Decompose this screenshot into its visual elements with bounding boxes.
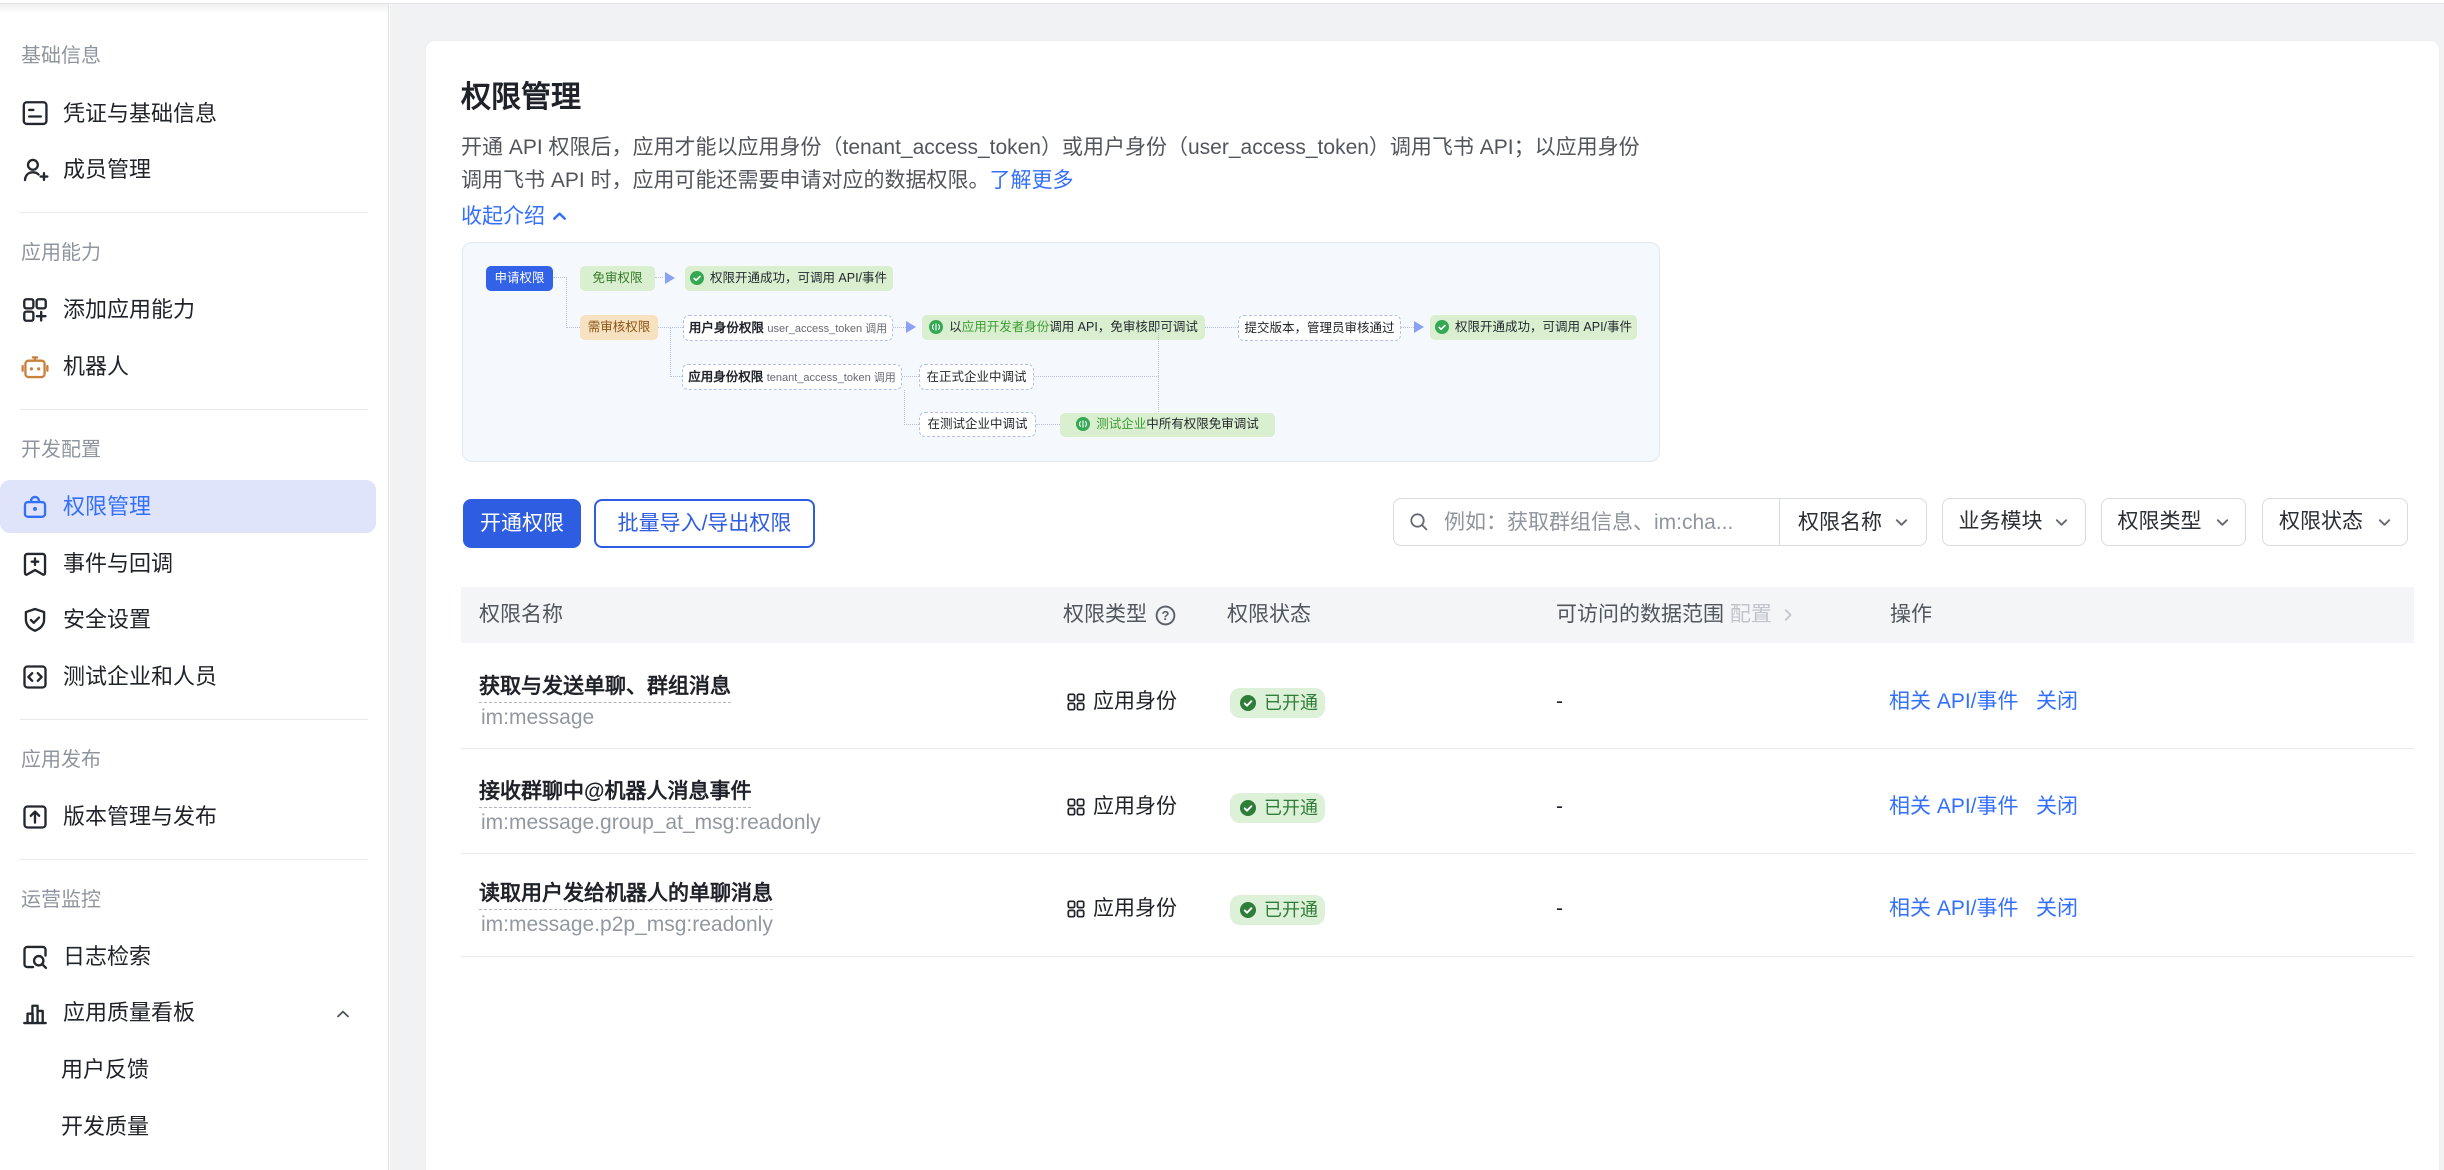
svg-text:?: ? xyxy=(1162,608,1170,623)
